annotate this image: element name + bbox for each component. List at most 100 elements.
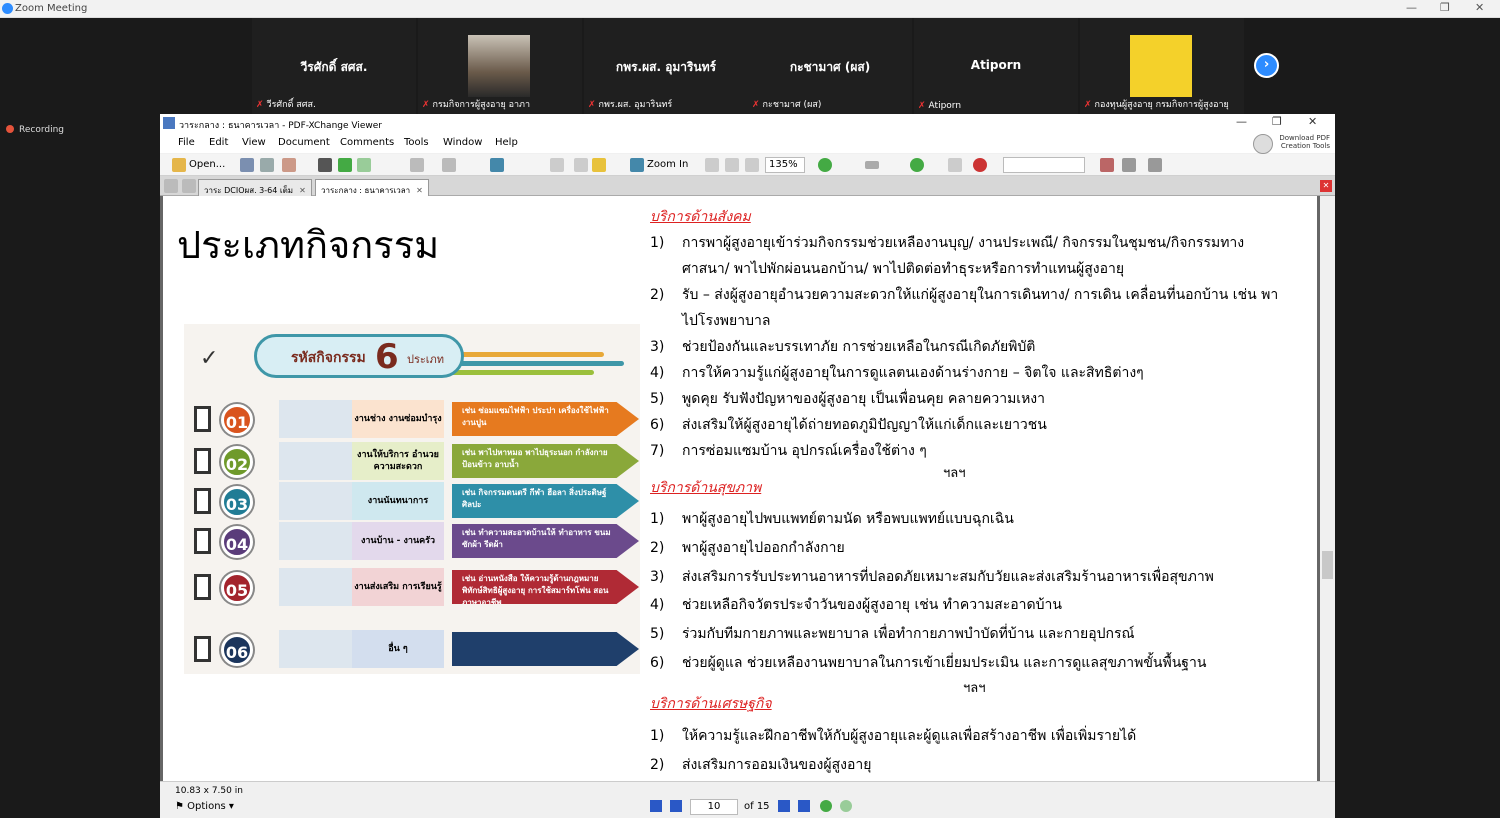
save-icon[interactable] — [240, 158, 254, 172]
activity-banner: รหัสกิจกรรม 6 ประเภท — [254, 334, 464, 378]
zoom-level-select[interactable]: 135% — [765, 157, 805, 173]
zoom-in-icon[interactable] — [630, 158, 644, 172]
record-icon — [6, 125, 14, 133]
item-number: 3) — [650, 569, 665, 585]
menu-view[interactable]: View — [242, 137, 266, 148]
activity-description: เช่น กิจกรรมดนตรี กีฬา ฮือลา สิ่งประดิษฐ… — [452, 484, 639, 518]
minimize-icon[interactable]: — — [1236, 115, 1247, 128]
bookmarks-icon[interactable] — [182, 179, 196, 193]
participant-name: กะชามาศ (ผส) — [789, 60, 871, 74]
close-icon[interactable]: ✕ — [1308, 115, 1317, 128]
undo-icon[interactable] — [410, 158, 424, 172]
menu-bar: File Edit View Document Comments Tools W… — [160, 133, 1335, 153]
participant-tile[interactable]: กพร.ผส. อุมารินทร์ ✗ กพร.ผส. อุมารินทร์ — [584, 18, 748, 114]
hand-tool-icon[interactable] — [550, 158, 564, 172]
item-text: การพาผู้สูงอายุเข้าร่วมกิจกรรมช่วยเหลือง… — [682, 235, 1245, 277]
zoom-slider[interactable] — [865, 161, 879, 169]
rotate-icon[interactable] — [490, 158, 504, 172]
link-icon[interactable] — [948, 158, 962, 172]
menu-tools[interactable]: Tools — [404, 137, 429, 148]
banner-text: รหัสกิจกรรม — [291, 350, 366, 366]
last-page-icon[interactable] — [798, 800, 810, 812]
participant-tile[interactable]: ✗ กรมกิจการผู้สูงอายุ อาภา — [418, 18, 582, 114]
snapshot-icon[interactable] — [574, 158, 588, 172]
download-tools-button[interactable]: Download PDF Creation Tools — [1250, 134, 1330, 154]
item-number: 2) — [650, 757, 665, 773]
item-number: 6) — [650, 655, 665, 671]
close-icon[interactable]: ✕ — [1475, 1, 1484, 14]
next-page-icon[interactable] — [778, 800, 790, 812]
participant-name: Atiporn — [970, 58, 1022, 72]
options-button[interactable]: ⚑ Options ▾ — [175, 801, 234, 812]
page-number-input[interactable]: 10 — [690, 799, 738, 815]
menu-comments[interactable]: Comments — [340, 137, 394, 148]
item-text: ส่งเสริมการออมเงินของผู้สูงอายุ — [682, 757, 872, 773]
checkbox-icon — [194, 448, 211, 474]
close-tab-icon[interactable]: ✕ — [299, 186, 306, 195]
stamp-icon[interactable] — [282, 158, 296, 172]
item-number: 5) — [650, 391, 665, 407]
participant-tile[interactable]: กะชามาศ (ผส) ✗ กะชามาศ (ผส) — [748, 18, 912, 114]
activity-illustration — [279, 442, 355, 480]
previous-page-icon[interactable] — [670, 800, 682, 812]
menu-help[interactable]: Help — [495, 137, 518, 148]
redo-icon[interactable] — [442, 158, 456, 172]
search-icon[interactable] — [1100, 158, 1114, 172]
first-page-icon[interactable] — [650, 800, 662, 812]
tab-document-1[interactable]: วาระ DCIOผส. 3-64 เต็ม ✕ — [198, 179, 312, 196]
item-number: 6) — [650, 417, 665, 433]
ocr-icon[interactable] — [318, 158, 332, 172]
tab-label: วาระกลาง : ธนาคารเวลา — [321, 186, 411, 195]
forward-icon[interactable] — [357, 158, 371, 172]
open-button-label[interactable]: Open... — [189, 159, 225, 170]
item-number: 7) — [650, 443, 665, 459]
restore-icon[interactable]: ❐ — [1440, 1, 1450, 14]
activity-row: 04 งานบ้าน - งานครัว เช่น ทำความสะอาดบ้านใ… — [194, 522, 639, 560]
print-icon[interactable] — [260, 158, 274, 172]
item-number: 3) — [650, 339, 665, 355]
forward-view-icon[interactable] — [840, 800, 852, 812]
participant-tile[interactable]: Atiporn ✗ Atiporn — [914, 18, 1078, 114]
minimize-icon[interactable]: — — [1406, 1, 1417, 14]
participant-label: กพร.ผส. อุมารินทร์ — [598, 100, 673, 110]
actual-size-icon[interactable] — [705, 158, 719, 172]
menu-document[interactable]: Document — [278, 137, 330, 148]
activity-row: 05 งานส่งเสริม การเรียนรู้ เช่น อ่านหนังสื… — [194, 568, 639, 606]
select-tool-icon[interactable] — [592, 158, 606, 172]
scroll-thumb[interactable] — [1322, 551, 1333, 579]
item-number: 5) — [650, 626, 665, 642]
item-text: การให้ความรู้แก่ผู้สูงอายุในการดูแลตนเอง… — [682, 365, 1144, 381]
zoom-out-icon[interactable] — [818, 158, 832, 172]
back-view-icon[interactable] — [820, 800, 832, 812]
typewriter-icon[interactable] — [973, 158, 987, 172]
menu-edit[interactable]: Edit — [209, 137, 228, 148]
item-number: 4) — [650, 597, 665, 613]
close-document-icon[interactable]: ✕ — [1320, 180, 1332, 192]
fit-page-icon[interactable] — [725, 158, 739, 172]
mic-muted-icon: ✗ — [256, 100, 264, 110]
activity-number: 06 — [221, 634, 253, 666]
find-options-icon[interactable] — [1122, 158, 1136, 172]
close-tab-icon[interactable]: ✕ — [416, 186, 423, 195]
fit-width-icon[interactable] — [745, 158, 759, 172]
participant-tile[interactable]: ✗ กองทุนผู้สูงอายุ กรมกิจการผู้สูงอายุ — [1080, 18, 1244, 114]
back-icon[interactable] — [338, 158, 352, 172]
participant-video — [468, 35, 530, 97]
section-heading: บริการด้านเศรษฐกิจ — [650, 696, 772, 712]
participant-tile[interactable]: วีรศักดิ์ สศส. ✗ วีรศักดิ์ สศส. — [252, 18, 416, 114]
zoom-plus-icon[interactable] — [910, 158, 924, 172]
activity-label: งานบ้าน - งานครัว — [352, 522, 444, 560]
thumbnails-icon[interactable] — [164, 179, 178, 193]
vertical-scrollbar[interactable] — [1320, 196, 1335, 781]
zoom-in-label[interactable]: Zoom In — [647, 159, 688, 170]
tab-document-2[interactable]: วาระกลาง : ธนาคารเวลา ✕ — [315, 179, 429, 196]
settings-icon[interactable] — [1148, 158, 1162, 172]
menu-file[interactable]: File — [178, 137, 195, 148]
menu-window[interactable]: Window — [443, 137, 482, 148]
restore-icon[interactable]: ❐ — [1272, 115, 1282, 128]
activity-illustration — [279, 522, 355, 560]
next-participants-button[interactable]: › — [1254, 53, 1279, 78]
search-input[interactable] — [1003, 157, 1085, 173]
etc-label: ฯลฯ — [963, 681, 986, 696]
open-folder-icon[interactable] — [172, 158, 186, 172]
